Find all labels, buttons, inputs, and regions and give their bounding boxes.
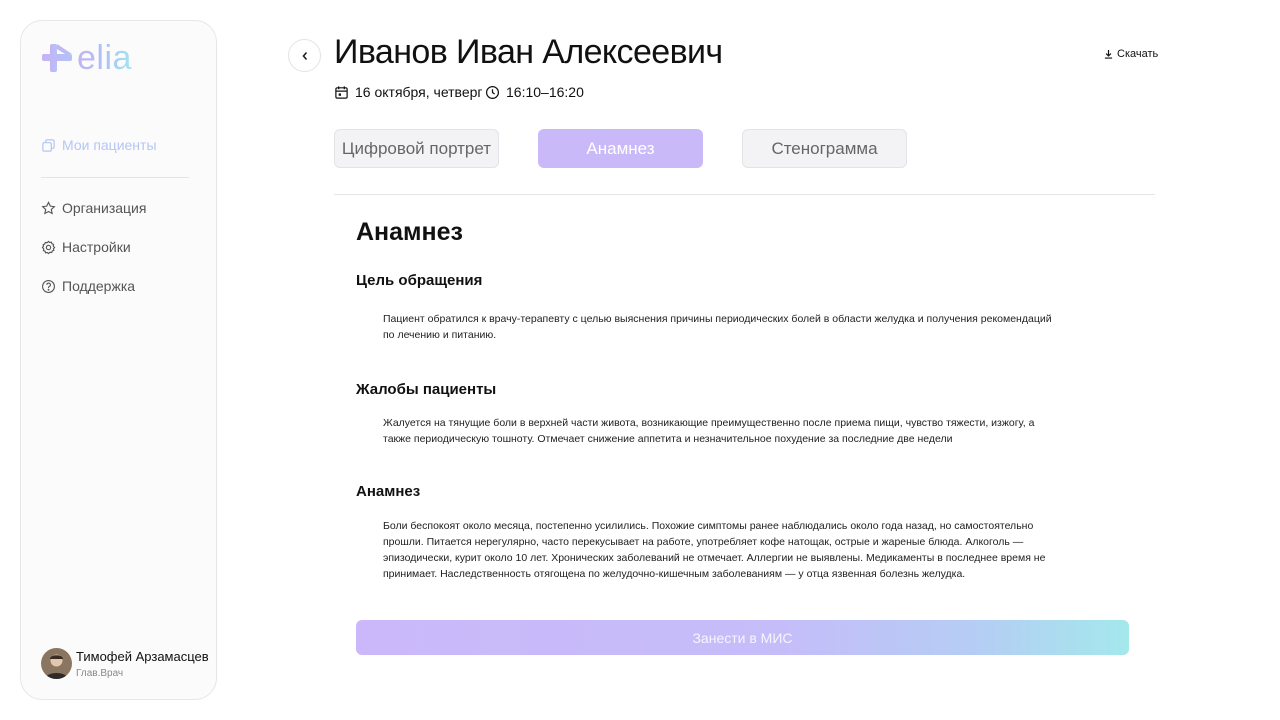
divider <box>334 194 1155 195</box>
visit-date-text: 16 октября, четверг <box>355 84 483 100</box>
sidebar-item-label: Настройки <box>62 239 131 255</box>
download-label: Скачать <box>1117 48 1159 60</box>
tab-digital-portrait[interactable]: Цифровой портрет <box>334 129 499 168</box>
logo-text: elia <box>77 39 132 77</box>
download-button[interactable]: Скачать <box>1104 48 1158 60</box>
sidebar: elia Мои пациенты Организация Настройки … <box>20 20 217 700</box>
sidebar-item-patients[interactable]: Мои пациенты <box>41 137 157 153</box>
avatar <box>41 648 72 679</box>
section-text-complaints: Жалуется на тянущие боли в верхней части… <box>383 417 1035 445</box>
download-icon <box>1104 49 1113 59</box>
help-circle-icon <box>42 279 55 293</box>
section-text-anamnesis: Боли беспокоят около месяца, постепенно … <box>383 520 1046 580</box>
visit-time: 16:10–16:20 <box>485 84 584 100</box>
section-heading-purpose: Цель обращения <box>356 272 483 289</box>
calendar-icon <box>335 85 348 99</box>
visit-date: 16 октября, четверг <box>334 84 483 100</box>
sidebar-item-label: Мои пациенты <box>62 137 157 153</box>
logo-mark-icon <box>42 44 72 72</box>
user-profile[interactable]: Тимофей Арзамасцев Глав.Врач <box>41 648 209 679</box>
tab-transcript[interactable]: Стенограмма <box>742 129 907 168</box>
section-heading-complaints: Жалобы пациенты <box>356 381 497 398</box>
visit-time-text: 16:10–16:20 <box>506 84 584 100</box>
star-icon <box>41 200 56 215</box>
gear-icon <box>41 240 56 254</box>
logo[interactable]: elia <box>41 41 132 75</box>
section-text-purpose: Пациент обратился к врачу-терапевту с це… <box>383 313 1052 341</box>
chevron-left-icon <box>301 51 307 60</box>
sidebar-divider <box>41 177 189 178</box>
clock-icon <box>485 85 500 99</box>
tab-anamnesis[interactable]: Анамнез <box>538 129 703 168</box>
sidebar-item-settings[interactable]: Настройки <box>41 239 131 255</box>
sidebar-item-label: Поддержка <box>62 278 136 294</box>
section-heading-anamnesis: Анамнез <box>356 483 421 500</box>
back-button[interactable] <box>288 39 321 72</box>
sidebar-item-organization[interactable]: Организация <box>41 200 146 216</box>
user-role: Глав.Врач <box>76 667 124 679</box>
page-title: Иванов Иван Алексеевич <box>334 33 723 71</box>
sidebar-item-label: Организация <box>62 200 147 216</box>
submit-to-mis-button[interactable]: Занести в МИС <box>356 620 1129 655</box>
patients-icon <box>42 138 55 152</box>
user-name: Тимофей Арзамасцев <box>76 648 209 664</box>
sidebar-item-support[interactable]: Поддержка <box>41 278 135 294</box>
content-title: Анамнез <box>356 218 463 246</box>
